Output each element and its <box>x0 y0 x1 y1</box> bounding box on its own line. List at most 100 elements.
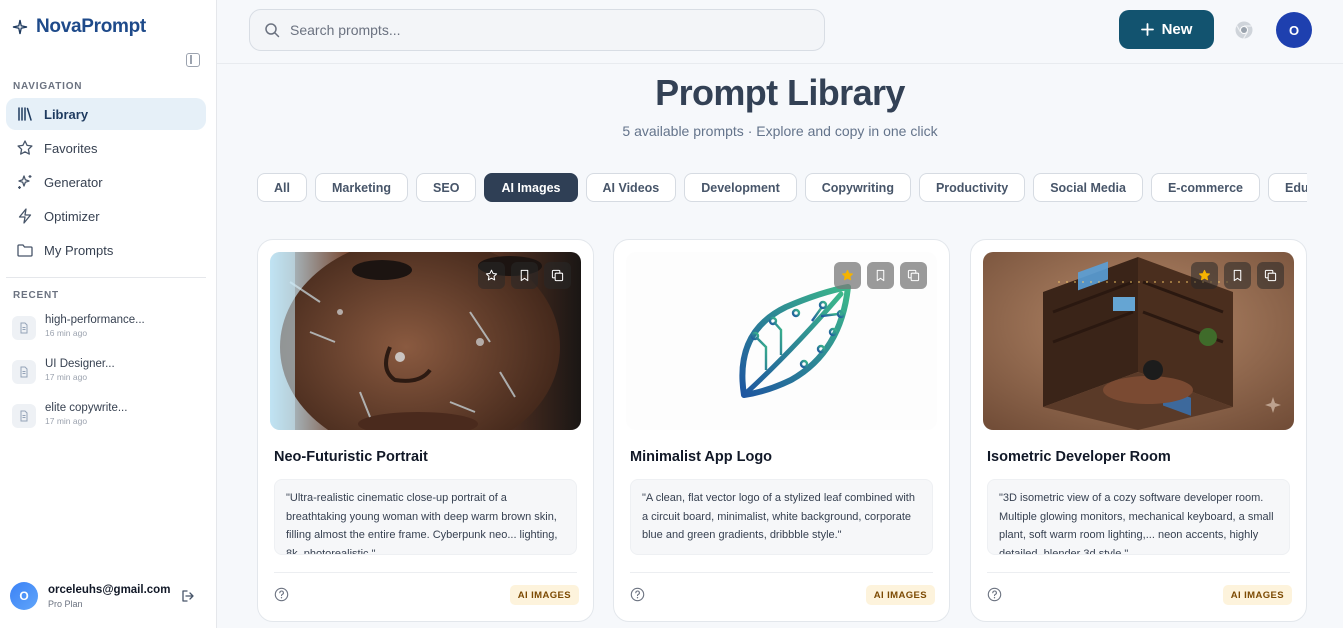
plus-icon <box>1140 23 1154 36</box>
copy-icon <box>551 269 564 282</box>
star-filled-icon <box>842 269 853 281</box>
brand[interactable]: NovaPrompt <box>12 16 146 38</box>
category-chip[interactable]: All <box>257 173 307 202</box>
recent-title: UI Designer... <box>45 358 115 370</box>
card-title: Neo-Futuristic Portrait <box>274 449 428 465</box>
category-filter: All Marketing SEO AI Images AI Videos De… <box>257 173 1307 203</box>
page-subtitle: 5 available prompts · Explore and copy i… <box>622 123 938 139</box>
star-outline-icon <box>485 269 498 281</box>
favorite-button[interactable] <box>478 262 505 289</box>
category-chip[interactable]: Social Media <box>1033 173 1143 202</box>
logout-icon[interactable] <box>180 588 196 604</box>
sidebar-item-label: Optimizer <box>44 208 100 224</box>
category-tag: AI IMAGES <box>509 585 579 605</box>
category-chip[interactable]: AI Videos <box>585 173 677 202</box>
sidebar-item-library[interactable]: Library <box>6 98 206 130</box>
prompt-card[interactable]: Isometric Developer Room "3D isometric v… <box>970 239 1307 622</box>
copy-icon <box>907 269 920 282</box>
new-button-label: New <box>1161 21 1193 38</box>
sidebar-item-optimizer[interactable]: Optimizer <box>6 200 206 232</box>
card-actions <box>834 262 927 289</box>
recent-item[interactable]: elite copywrite... 17 min ago <box>12 400 207 444</box>
category-chip-active[interactable]: AI Images <box>484 173 578 202</box>
star-filled-icon <box>1199 269 1210 281</box>
copy-button[interactable] <box>544 262 571 289</box>
sidebar-item-label: My Prompts <box>44 242 114 258</box>
sidebar-item-my-prompts[interactable]: My Prompts <box>6 234 206 266</box>
help-icon[interactable] <box>630 587 645 602</box>
star-icon <box>17 140 33 155</box>
sparkles-icon <box>18 175 32 189</box>
search-input[interactable] <box>290 22 790 38</box>
sidebar-divider <box>6 277 206 278</box>
document-icon <box>12 404 36 428</box>
help-icon[interactable] <box>274 587 289 602</box>
sparkle-logo-icon <box>12 19 28 35</box>
profile-avatar[interactable]: O <box>1276 12 1312 48</box>
prompt-card[interactable]: Neo-Futuristic Portrait "Ultra-realistic… <box>257 239 594 622</box>
user-email: orceleuhs@gmail.com <box>48 583 171 596</box>
favorite-button-active[interactable] <box>1191 262 1218 289</box>
prompt-card[interactable]: Minimalist App Logo "A clean, flat vecto… <box>613 239 950 622</box>
bookmark-icon <box>520 269 529 282</box>
copy-button[interactable] <box>1257 262 1284 289</box>
bookmark-button[interactable] <box>867 262 894 289</box>
category-tag: AI IMAGES <box>1222 585 1292 605</box>
recent-time: 17 min ago <box>45 416 88 426</box>
card-prompt-text: "Ultra-realistic cinematic close-up port… <box>274 479 577 555</box>
recent-item[interactable]: high-performance... 16 min ago <box>12 312 207 356</box>
recent-title: elite copywrite... <box>45 402 128 414</box>
help-icon[interactable] <box>987 587 1002 602</box>
bookmark-button[interactable] <box>1224 262 1251 289</box>
category-chip[interactable]: Marketing <box>314 173 409 202</box>
search-icon <box>265 23 280 38</box>
folder-icon <box>17 244 33 257</box>
navigation-label: NAVIGATION <box>13 81 83 92</box>
category-chip[interactable]: Educ <box>1267 173 1307 202</box>
sidebar: NovaPrompt NAVIGATION Library Favorites … <box>0 0 217 628</box>
category-chip[interactable]: Productivity <box>918 173 1026 202</box>
sidebar-item-generator[interactable]: Generator <box>6 166 206 198</box>
recent-item[interactable]: UI Designer... 17 min ago <box>12 356 207 400</box>
category-chip[interactable]: Development <box>684 173 797 202</box>
bookmark-icon <box>876 269 885 282</box>
sidebar-nav: Library Favorites Generator Optimizer My… <box>6 98 206 268</box>
page-title: Prompt Library <box>655 72 905 113</box>
card-prompt-text: "3D isometric view of a cozy software de… <box>987 479 1290 555</box>
card-divider <box>630 572 933 573</box>
recent-list: high-performance... 16 min ago UI Design… <box>12 312 207 444</box>
card-divider <box>987 572 1290 573</box>
recent-time: 16 min ago <box>45 328 88 338</box>
recent-title: high-performance... <box>45 314 145 326</box>
category-chip[interactable]: Copywriting <box>804 173 911 202</box>
chrome-icon[interactable] <box>1234 20 1254 40</box>
copy-icon <box>1264 269 1277 282</box>
user-avatar[interactable]: O <box>10 582 38 610</box>
card-prompt-text: "A clean, flat vector logo of a stylized… <box>630 479 933 555</box>
card-actions <box>478 262 571 289</box>
new-prompt-button[interactable]: New <box>1119 10 1214 49</box>
recent-time: 17 min ago <box>45 372 88 382</box>
card-divider <box>274 572 577 573</box>
collapse-sidebar-icon[interactable] <box>186 53 200 67</box>
card-title: Isometric Developer Room <box>987 449 1171 465</box>
bookmark-icon <box>1233 269 1242 282</box>
search-box[interactable] <box>249 9 825 51</box>
category-chip[interactable]: E-commerce <box>1150 173 1260 202</box>
sidebar-item-label: Favorites <box>44 140 98 156</box>
sidebar-item-label: Library <box>44 106 89 122</box>
card-actions <box>1191 262 1284 289</box>
topbar: New O <box>217 0 1343 64</box>
brand-name: NovaPrompt <box>36 16 146 37</box>
sidebar-item-label: Generator <box>44 174 103 190</box>
bookmark-button[interactable] <box>511 262 538 289</box>
category-tag: AI IMAGES <box>865 585 935 605</box>
favorite-button-active[interactable] <box>834 262 861 289</box>
bolt-icon <box>18 208 32 224</box>
category-chip[interactable]: SEO <box>416 173 477 202</box>
copy-button[interactable] <box>900 262 927 289</box>
user-box: O orceleuhs@gmail.com Pro Plan <box>10 582 210 610</box>
library-icon <box>18 107 32 121</box>
recent-label: RECENT <box>13 290 59 301</box>
sidebar-item-favorites[interactable]: Favorites <box>6 132 206 164</box>
